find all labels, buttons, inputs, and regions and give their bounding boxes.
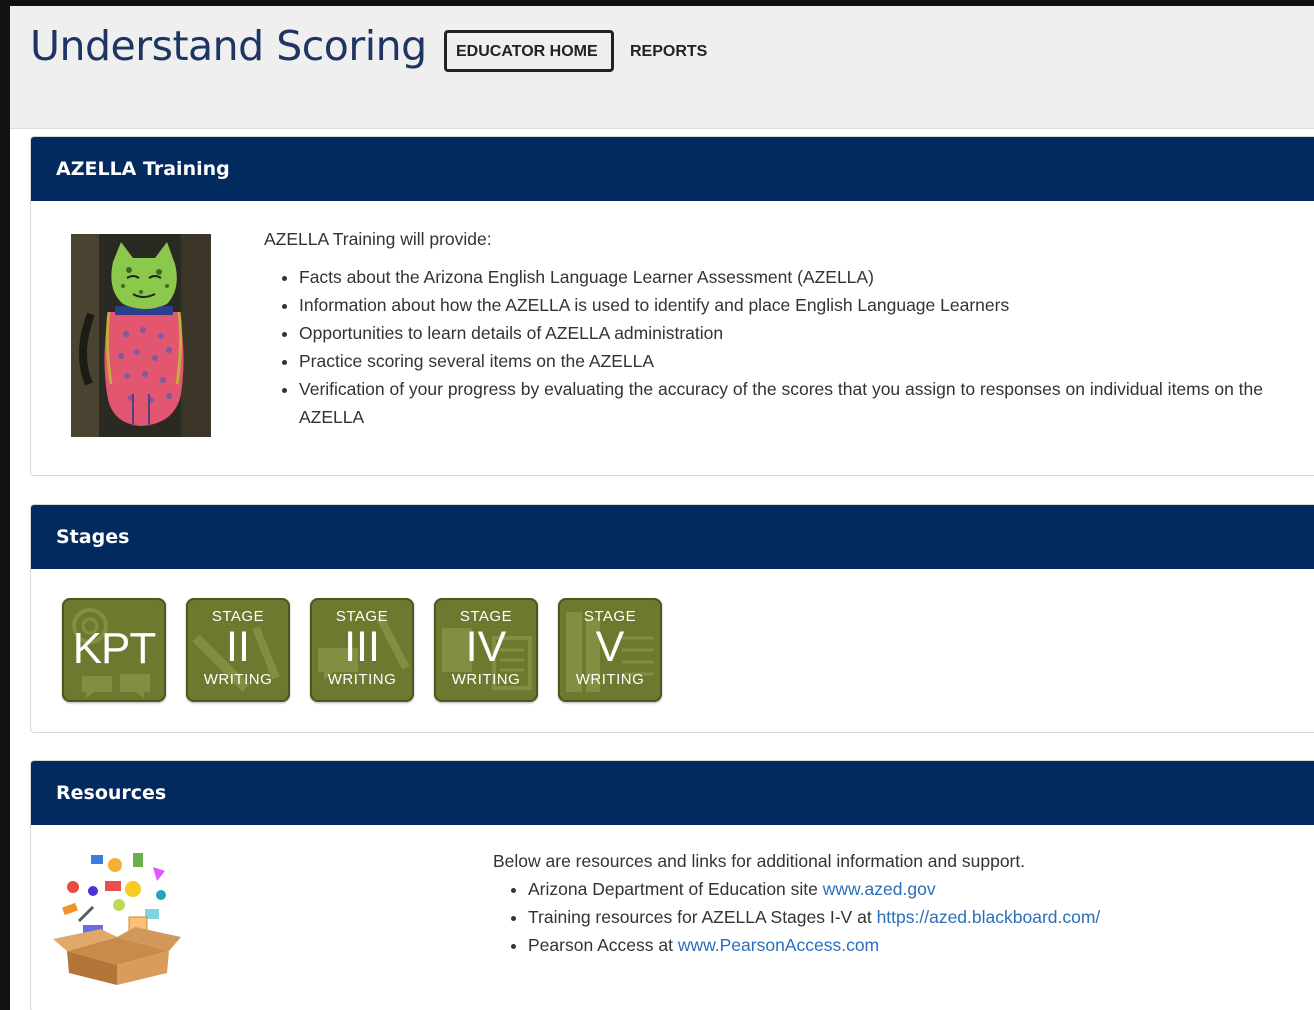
- list-item: Opportunities to learn details of AZELLA…: [299, 319, 1284, 347]
- resources-list: Arizona Department of Education site www…: [493, 875, 1293, 959]
- resources-intro: Below are resources and links for additi…: [493, 851, 1026, 871]
- training-panel: AZELLA Training AZELLA Training will pro…: [30, 136, 1314, 476]
- stage-tile-bottom: WRITING: [327, 671, 397, 688]
- list-item: Training resources for AZELLA Stages I-V…: [528, 903, 1293, 931]
- stages-panel: Stages KPT STAGE II WRITING STAGE III WR…: [30, 504, 1314, 733]
- training-panel-heading: AZELLA Training: [31, 137, 1314, 201]
- page-header: Understand Scoring EDUCATOR HOME REPORTS: [10, 6, 1314, 129]
- resource-box-image: [53, 853, 181, 985]
- stage-tile-numeral: II: [226, 623, 250, 671]
- stage-tile-iii[interactable]: STAGE III WRITING: [310, 598, 414, 702]
- stage-tile-kpt[interactable]: KPT: [62, 598, 166, 702]
- training-list: Facts about the Arizona English Language…: [264, 263, 1284, 431]
- stage-tile-bottom: WRITING: [203, 671, 273, 688]
- list-item: Pearson Access at www.PearsonAccess.com: [528, 931, 1293, 959]
- list-item: Information about how the AZELLA is used…: [299, 291, 1284, 319]
- list-item: Practice scoring several items on the AZ…: [299, 347, 1284, 375]
- resource-text: Arizona Department of Education site: [528, 879, 823, 899]
- stage-tile-numeral: IV: [465, 623, 507, 671]
- stage-tile-bottom: WRITING: [575, 671, 645, 688]
- training-description: AZELLA Training will provide: Facts abou…: [264, 225, 1284, 431]
- stages-panel-heading: Stages: [31, 505, 1314, 569]
- list-item: Verification of your progress by evaluat…: [299, 375, 1284, 431]
- reports-button[interactable]: REPORTS: [618, 30, 719, 72]
- stage-tile-bottom: WRITING: [451, 671, 521, 688]
- resources-panel: Resources Below are resources and links …: [30, 760, 1314, 1010]
- azed-link[interactable]: www.azed.gov: [823, 879, 936, 899]
- blackboard-link[interactable]: https://azed.blackboard.com/: [877, 907, 1101, 927]
- stage-tile-numeral: V: [595, 623, 625, 671]
- resources-panel-heading: Resources: [31, 761, 1314, 825]
- educator-home-button[interactable]: EDUCATOR HOME: [444, 30, 614, 72]
- resources-description: Below are resources and links for additi…: [493, 847, 1293, 959]
- stage-tile-label: KPT: [72, 624, 157, 673]
- stage-tile-v[interactable]: STAGE V WRITING: [558, 598, 662, 702]
- training-intro: AZELLA Training will provide:: [264, 229, 492, 249]
- stage-tile-ii[interactable]: STAGE II WRITING: [186, 598, 290, 702]
- cat-painting-image: [71, 234, 211, 437]
- stage-tile-iv[interactable]: STAGE IV WRITING: [434, 598, 538, 702]
- list-item: Facts about the Arizona English Language…: [299, 263, 1284, 291]
- list-item: Arizona Department of Education site www…: [528, 875, 1293, 903]
- stage-tile-numeral: III: [344, 623, 380, 671]
- resource-text: Pearson Access at: [528, 935, 678, 955]
- pearson-access-link[interactable]: www.PearsonAccess.com: [678, 935, 879, 955]
- page-title: Understand Scoring: [30, 22, 427, 70]
- page-frame: Understand Scoring EDUCATOR HOME REPORTS…: [0, 0, 1314, 1010]
- resource-text: Training resources for AZELLA Stages I-V…: [528, 907, 877, 927]
